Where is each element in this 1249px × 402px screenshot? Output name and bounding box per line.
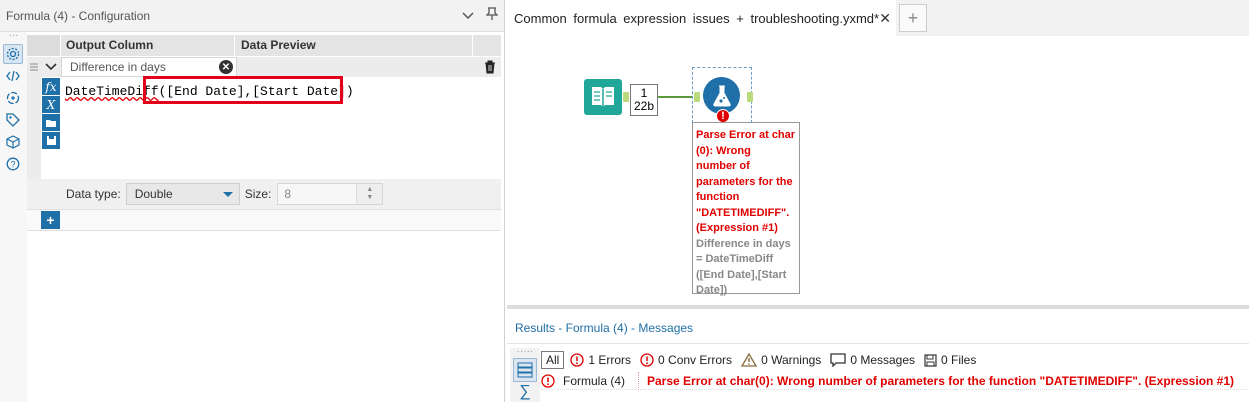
tag-icon[interactable] <box>3 110 23 130</box>
config-side-iconbar: ··· ? <box>0 30 27 402</box>
output-anchor[interactable] <box>623 92 629 102</box>
filter-warnings[interactable]: 0 Warnings <box>741 353 821 367</box>
warning-triangle-icon <box>741 353 758 367</box>
filter-files[interactable]: 0 Files <box>924 353 976 367</box>
app-root: Formula (4) - Configuration ··· ? Output… <box>0 0 1249 402</box>
close-tab-icon[interactable]: ✕ <box>879 10 891 27</box>
message-error-icon <box>541 374 557 388</box>
configuration-panel: Formula (4) - Configuration ··· ? Output… <box>0 0 505 402</box>
conv-error-circle-icon <box>640 353 654 367</box>
data-preview-header[interactable]: Data Preview <box>235 35 473 56</box>
add-row-bar: + <box>27 209 501 230</box>
config-header: Formula (4) - Configuration <box>0 0 504 32</box>
connection-line[interactable] <box>658 96 692 98</box>
filter-all-button[interactable]: All <box>541 351 565 369</box>
new-tab-button[interactable]: + <box>899 4 927 32</box>
message-text: Parse Error at char(0): Wrong number of … <box>647 374 1235 388</box>
add-expression-button[interactable]: + <box>41 211 60 229</box>
results-panel: Results - Formula (4) - Messages ····· ∑… <box>507 305 1249 402</box>
code-icon[interactable] <box>3 66 23 86</box>
results-title: Results - Formula (4) - Messages <box>515 321 694 335</box>
dropdown-caret-icon <box>222 192 233 197</box>
save-floppy-icon[interactable] <box>42 132 60 149</box>
messages-view-icon[interactable] <box>513 358 537 382</box>
annotation-error: Parse Error at char (0): Wrong number of… <box>696 129 796 234</box>
variable-x-icon[interactable]: X <box>42 96 60 113</box>
tab-workflow[interactable]: Common formula expression issues + troub… <box>507 0 896 36</box>
data-type-label: Data type: <box>66 187 121 201</box>
tab-strip: Common formula expression issues + troub… <box>507 0 1249 36</box>
size-value: 8 <box>284 187 292 201</box>
record-size: 22b <box>633 99 655 113</box>
spinner-arrows-icon[interactable]: ▲ ▼ <box>356 184 383 204</box>
drag-dots-icon: ··· <box>8 30 19 41</box>
message-filters: All 1 Errors 0 Conv Errors 0 Warnings 0 … <box>541 351 985 369</box>
output-column-field[interactable]: Difference in days ✕ <box>61 57 237 77</box>
file-save-icon <box>924 353 937 367</box>
record-count-badge: 1 22b <box>630 84 658 116</box>
pin-icon[interactable] <box>480 7 504 24</box>
svg-text:?: ? <box>10 160 15 170</box>
formula-output-anchor[interactable] <box>747 92 753 102</box>
tool-annotation: Parse Error at char (0): Wrong number of… <box>692 122 800 296</box>
config-title: Formula (4) - Configuration <box>6 8 151 23</box>
open-folder-icon[interactable] <box>42 114 60 131</box>
function-fx-icon[interactable]: fx <box>42 78 60 95</box>
help-icon[interactable]: ? <box>3 154 23 174</box>
data-type-select[interactable]: Double <box>125 183 240 205</box>
message-row[interactable]: Formula (4) Parse Error at char(0): Wron… <box>541 372 1247 390</box>
workflow-canvas[interactable]: Common formula expression issues + troub… <box>507 0 1249 305</box>
metadata-icon[interactable] <box>3 88 23 108</box>
input-anchor[interactable] <box>694 92 700 102</box>
data-preview-cell <box>237 57 479 77</box>
error-circle-icon <box>570 353 584 367</box>
package-cube-icon[interactable] <box>3 132 23 152</box>
data-type-row: Data type: Double Size: 8 ▲ ▼ <box>27 179 501 209</box>
delete-row-trash-icon[interactable] <box>479 57 501 77</box>
input-data-tool-icon[interactable] <box>584 79 622 115</box>
data-type-value: Double <box>134 187 173 201</box>
filter-errors[interactable]: 1 Errors <box>570 353 631 367</box>
formula-grid: Output Column Data Preview Difference in… <box>27 35 501 77</box>
formula-row[interactable]: Difference in days ✕ <box>27 57 501 77</box>
clear-field-icon[interactable]: ✕ <box>219 60 233 74</box>
filter-conv-errors[interactable]: 0 Conv Errors <box>640 353 732 367</box>
size-spinner[interactable]: 8 ▲ ▼ <box>277 183 384 205</box>
output-column-value: Difference in days <box>70 60 166 74</box>
annotation-expression: Difference in days = DateTimeDiff ([End … <box>696 237 791 297</box>
message-tool: Formula (4) <box>557 372 639 390</box>
expression-toolbar: fx X <box>41 77 61 150</box>
row-drag-handle-icon[interactable] <box>27 57 41 77</box>
grid-header: Output Column Data Preview <box>27 35 501 56</box>
row-expand-chevron-icon[interactable] <box>41 57 61 77</box>
output-column-header[interactable]: Output Column <box>61 35 235 56</box>
filter-messages[interactable]: 0 Messages <box>830 353 915 367</box>
collapse-chevron-icon[interactable] <box>456 8 480 23</box>
sigma-icon[interactable]: ∑ <box>510 384 540 400</box>
message-bubble-icon <box>830 353 846 367</box>
results-side-bar: ····· ∑ <box>510 346 540 402</box>
tab-title: Common formula expression issues + troub… <box>514 10 880 26</box>
error-indicator-icon: ! <box>716 109 730 123</box>
size-label: Size: <box>244 187 272 201</box>
configuration-gear-icon[interactable] <box>3 44 23 64</box>
drag-dots-icon: ····· <box>516 346 534 357</box>
highlight-box <box>143 76 343 104</box>
